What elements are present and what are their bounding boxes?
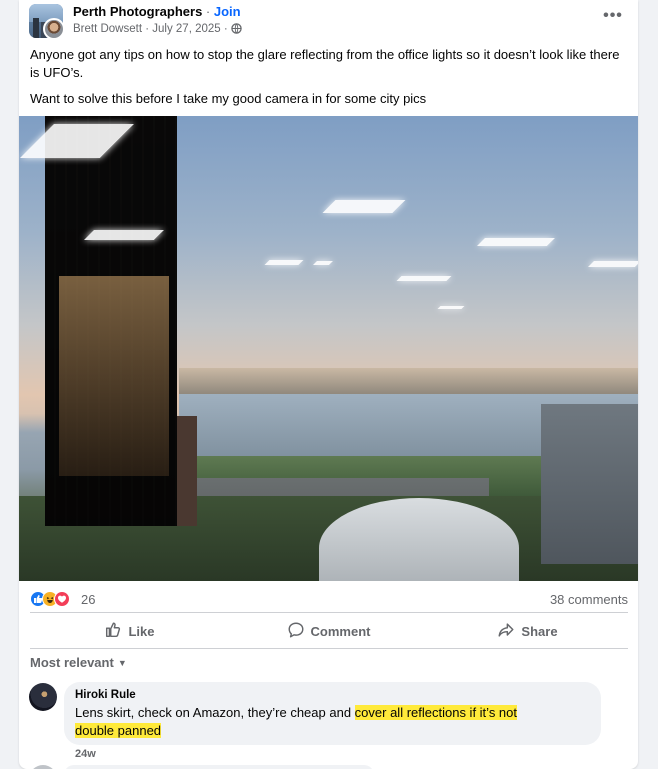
post-text-paragraph-1: Anyone got any tips on how to stop the g…	[30, 47, 620, 80]
comment-button[interactable]: Comment	[229, 616, 428, 646]
meta-separator-2: ·	[220, 23, 231, 35]
comment-author[interactable]: Hiroki Rule	[75, 689, 136, 701]
comment-text-plain: Lens skirt, check on Amazon, they’re che…	[75, 705, 355, 720]
post-meta: Brett Dowsett · July 27, 2025 ·	[73, 23, 242, 37]
join-button[interactable]: Join	[214, 4, 241, 19]
comment-text-highlight-2: double panned	[75, 723, 162, 738]
group-name-link[interactable]: Perth Photographers	[73, 4, 202, 19]
share-icon	[497, 621, 515, 642]
action-bar: Like Comment Share	[30, 616, 628, 646]
globe-icon	[231, 23, 242, 37]
comment-timestamp[interactable]: 24w	[75, 748, 96, 760]
author-avatar[interactable]	[43, 18, 65, 40]
comment-bubble: Hiroki Rule Lens skirt, check on Amazon,…	[64, 682, 601, 745]
divider-2	[30, 648, 628, 649]
comment-sort-dropdown[interactable]: Most relevant ▼	[30, 655, 127, 670]
post-body: Anyone got any tips on how to stop the g…	[30, 46, 630, 116]
separator: ·	[202, 4, 214, 19]
love-icon	[54, 591, 70, 607]
comment-text: Lens skirt, check on Amazon, they’re che…	[75, 704, 595, 740]
comment-icon	[287, 621, 305, 642]
post-text-paragraph-2: Want to solve this before I take my good…	[30, 91, 427, 106]
meta-separator: ·	[142, 23, 153, 35]
thumbs-up-icon	[104, 621, 122, 642]
next-comment-bubble	[64, 765, 374, 769]
comment-text-highlight-1: cover all reflections if it’s not	[354, 705, 518, 720]
post-date[interactable]: July 27, 2025	[152, 23, 220, 35]
reactions-row: 26 38 comments	[30, 590, 628, 608]
commenter-avatar[interactable]	[29, 683, 57, 711]
post-card: Perth Photographers · Join Brett Dowsett…	[19, 0, 638, 769]
next-commenter-avatar[interactable]	[29, 765, 57, 769]
share-label: Share	[521, 623, 558, 639]
sort-label: Most relevant	[30, 655, 114, 670]
reaction-count[interactable]: 26	[81, 592, 95, 607]
group-name-line: Perth Photographers · Join	[73, 4, 241, 19]
share-button[interactable]: Share	[428, 616, 627, 646]
caret-down-icon: ▼	[117, 658, 127, 668]
author-name[interactable]: Brett Dowsett	[73, 23, 142, 35]
comments-count[interactable]: 38 comments	[550, 592, 628, 607]
more-options-button[interactable]: •••	[601, 8, 625, 28]
like-button[interactable]: Like	[30, 616, 229, 646]
divider	[30, 612, 628, 613]
reaction-icons[interactable]	[30, 590, 78, 608]
comment-label: Comment	[310, 623, 371, 639]
like-label: Like	[128, 623, 155, 639]
post-photo[interactable]	[19, 116, 638, 581]
post-header: Perth Photographers · Join Brett Dowsett…	[19, 0, 638, 40]
